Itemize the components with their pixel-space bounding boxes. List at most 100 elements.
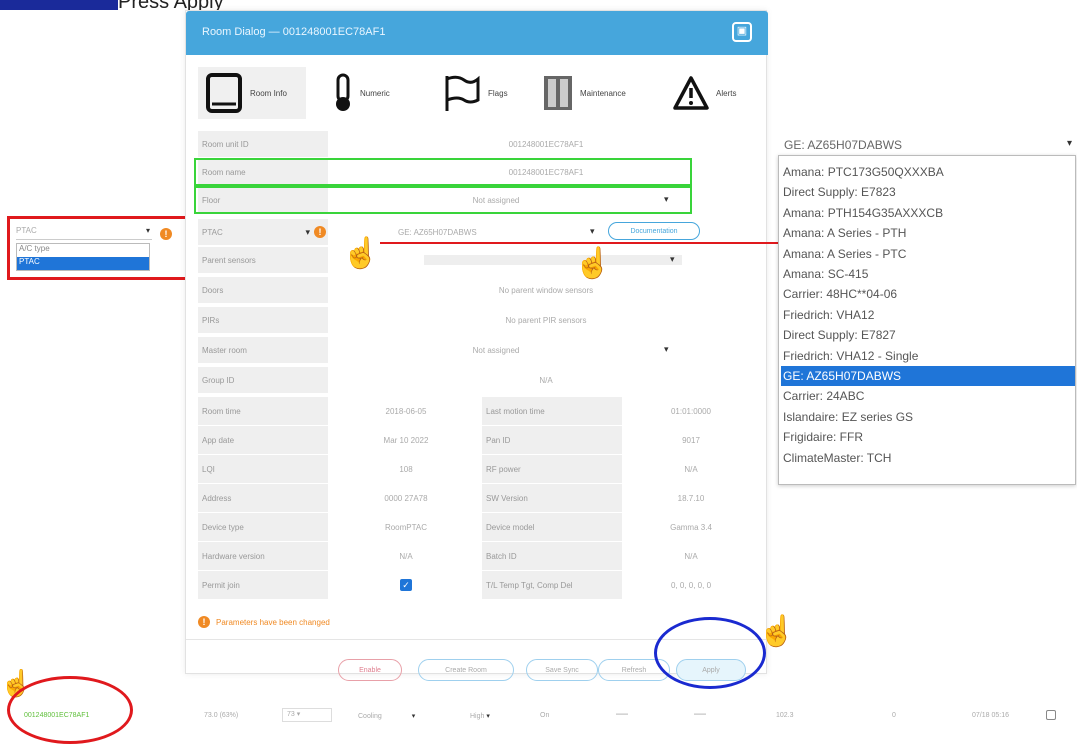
dialog-header: Room Dialog — 001248001EC78AF1 ▣ — [186, 11, 768, 55]
stat-label: Room time — [198, 397, 328, 425]
ac-model-option[interactable]: Amana: PTH154G35AXXXCB — [781, 203, 1075, 223]
stat-value: 0000 27A78 — [384, 493, 428, 503]
ac-model-option[interactable]: Friedrich: VHA12 - Single — [781, 346, 1075, 366]
ac-model-option[interactable]: Amana: A Series - PTC — [781, 244, 1075, 264]
ac-model-option[interactable]: Amana: PTC173G50QXXXBA — [781, 162, 1075, 182]
mini-option-selected[interactable]: PTAC — [17, 257, 149, 270]
metric-value: 102.3 — [776, 712, 794, 719]
stat-label: App date — [198, 426, 328, 454]
ac-model-option[interactable]: Friedrich: VHA12 — [781, 305, 1075, 325]
ac-model-option[interactable]: Frigidaire: FFR — [781, 427, 1075, 447]
chevron-down-icon: ▾ — [1066, 138, 1072, 149]
fan-select[interactable]: High ▾ — [470, 712, 490, 720]
parent-sensors-label: Parent sensors — [198, 247, 328, 273]
tab-maintenance[interactable]: Maintenance — [542, 67, 652, 119]
stat-value: N/A — [399, 551, 413, 561]
master-room-select[interactable]: Not assigned — [336, 337, 656, 363]
stat-label: Device type — [198, 513, 328, 541]
setpoint-value: 73 — [287, 711, 295, 718]
mode-select[interactable]: Cooling ▾ — [358, 712, 415, 720]
floor-highlight — [194, 186, 692, 214]
changed-notice-text: Parameters have been changed — [216, 617, 330, 627]
ac-model-option[interactable]: Amana: A Series - PTH — [781, 223, 1075, 243]
mini-select-value: PTAC — [16, 226, 37, 235]
stat-label: Permit join — [198, 571, 328, 599]
dash-value: — — [616, 706, 628, 720]
power-value: On — [540, 712, 550, 719]
doors-value: No parent window sensors — [498, 285, 594, 295]
ac-model-option[interactable]: Direct Supply: E7827 — [781, 325, 1075, 345]
row-menu-icon[interactable] — [1046, 710, 1056, 720]
stat-value: RoomPTAC — [384, 522, 428, 532]
room-temp: 73.0 (63%) — [204, 712, 239, 719]
mini-options-list: A/C type PTAC — [16, 243, 150, 271]
tab-numeric[interactable]: Numeric — [332, 67, 412, 119]
chevron-down-icon: ▾ — [296, 711, 301, 718]
group-id-value: N/A — [539, 375, 553, 385]
permit-join-checkbox[interactable]: ✓ — [400, 579, 412, 591]
enable-button[interactable]: Enable — [338, 659, 402, 681]
step-number-badge — [0, 0, 118, 10]
ac-model-option[interactable]: Direct Supply: E7823 — [781, 182, 1075, 202]
ac-model-option[interactable]: ClimateMaster: TCH — [781, 448, 1075, 468]
ac-model-option[interactable]: Carrier: 48HC**04-06 — [781, 284, 1075, 304]
setpoint-select[interactable]: 73 ▾ — [282, 708, 332, 722]
room-name-highlight — [194, 158, 692, 186]
pirs-value: No parent PIR sensors — [505, 315, 587, 325]
tab-flags[interactable]: Flags — [442, 67, 522, 119]
ac-type-label: PTAC ▾ ! — [198, 219, 328, 245]
stat-value-2: 9017 — [682, 435, 700, 445]
connector-line — [380, 242, 778, 244]
stat-value-2: N/A — [684, 464, 698, 474]
close-icon[interactable]: ▣ — [732, 22, 752, 42]
stat-value-2: 0, 0, 0, 0, 0 — [670, 580, 712, 590]
tab-label: Numeric — [360, 88, 390, 98]
documentation-button[interactable]: Documentation — [608, 222, 700, 240]
tab-label: Alerts — [716, 88, 737, 98]
dash-value: — — [694, 706, 706, 720]
alert-icon — [673, 76, 709, 110]
ac-model-option[interactable]: Amana: SC-415 — [781, 264, 1075, 284]
stat-label: Hardware version — [198, 542, 328, 570]
pirs-label: PIRs — [198, 307, 328, 333]
hand-pointer-icon: ☝ — [342, 237, 380, 270]
metric-value: 0 — [892, 712, 896, 719]
master-room-label: Master room — [198, 337, 328, 363]
chevron-down-icon: ▾ — [411, 713, 416, 720]
tablet-icon — [206, 73, 242, 113]
mini-ac-type-select[interactable]: PTAC ▾ — [16, 226, 152, 240]
ac-model-option[interactable]: Carrier: 24ABC — [781, 386, 1075, 406]
ac-dropdown-current[interactable]: GE: AZ65H07DABWS ▾ — [784, 138, 1076, 152]
hand-pointer-icon: ☝ — [574, 247, 612, 280]
save-sync-button[interactable]: Save Sync — [526, 659, 598, 681]
stat-label-2: T/L Temp Tgt, Comp Del — [482, 571, 622, 599]
ac-dropdown-current-value: GE: AZ65H07DABWS — [784, 138, 903, 152]
parent-sensors-select[interactable] — [424, 255, 682, 265]
chevron-down-icon: ▾ — [145, 226, 150, 235]
tab-alerts[interactable]: Alerts — [672, 67, 752, 119]
chevron-down-icon: ▾ — [305, 226, 310, 237]
tab-room-info[interactable]: Room Info — [198, 67, 306, 119]
ac-model-option[interactable]: Islandaire: EZ series GS — [781, 407, 1075, 427]
chevron-down-icon: ▾ — [486, 713, 490, 720]
stat-value: 108 — [399, 464, 413, 474]
stat-label-2: Last motion time — [482, 397, 622, 425]
mini-option[interactable]: A/C type — [17, 244, 149, 257]
maintenance-icon — [544, 76, 572, 110]
thermometer-icon — [336, 73, 350, 111]
chevron-down-icon: ▾ — [664, 344, 669, 354]
warning-icon: ! — [314, 226, 326, 238]
ac-model-option[interactable]: GE: AZ65H07DABWS — [781, 366, 1075, 386]
create-room-button[interactable]: Create Room — [418, 659, 514, 681]
stat-value-2: N/A — [684, 551, 698, 561]
tab-label: Maintenance — [580, 88, 626, 98]
stat-value: 2018-06-05 — [385, 406, 427, 416]
ac-type-label-text: PTAC — [202, 227, 223, 237]
ac-model-options-list: Amana: PTC173G50QXXXBA Direct Supply: E78… — [778, 155, 1076, 485]
unit-highlight-ellipse — [7, 676, 133, 744]
room-dialog: Room Dialog — 001248001EC78AF1 ▣ Room In… — [185, 10, 768, 681]
room-unit-id-label: Room unit ID — [198, 131, 328, 157]
chevron-down-icon: ▾ — [590, 226, 595, 236]
timestamp: 07/18 05:16 — [972, 712, 1009, 719]
fan-value: High — [470, 713, 485, 720]
